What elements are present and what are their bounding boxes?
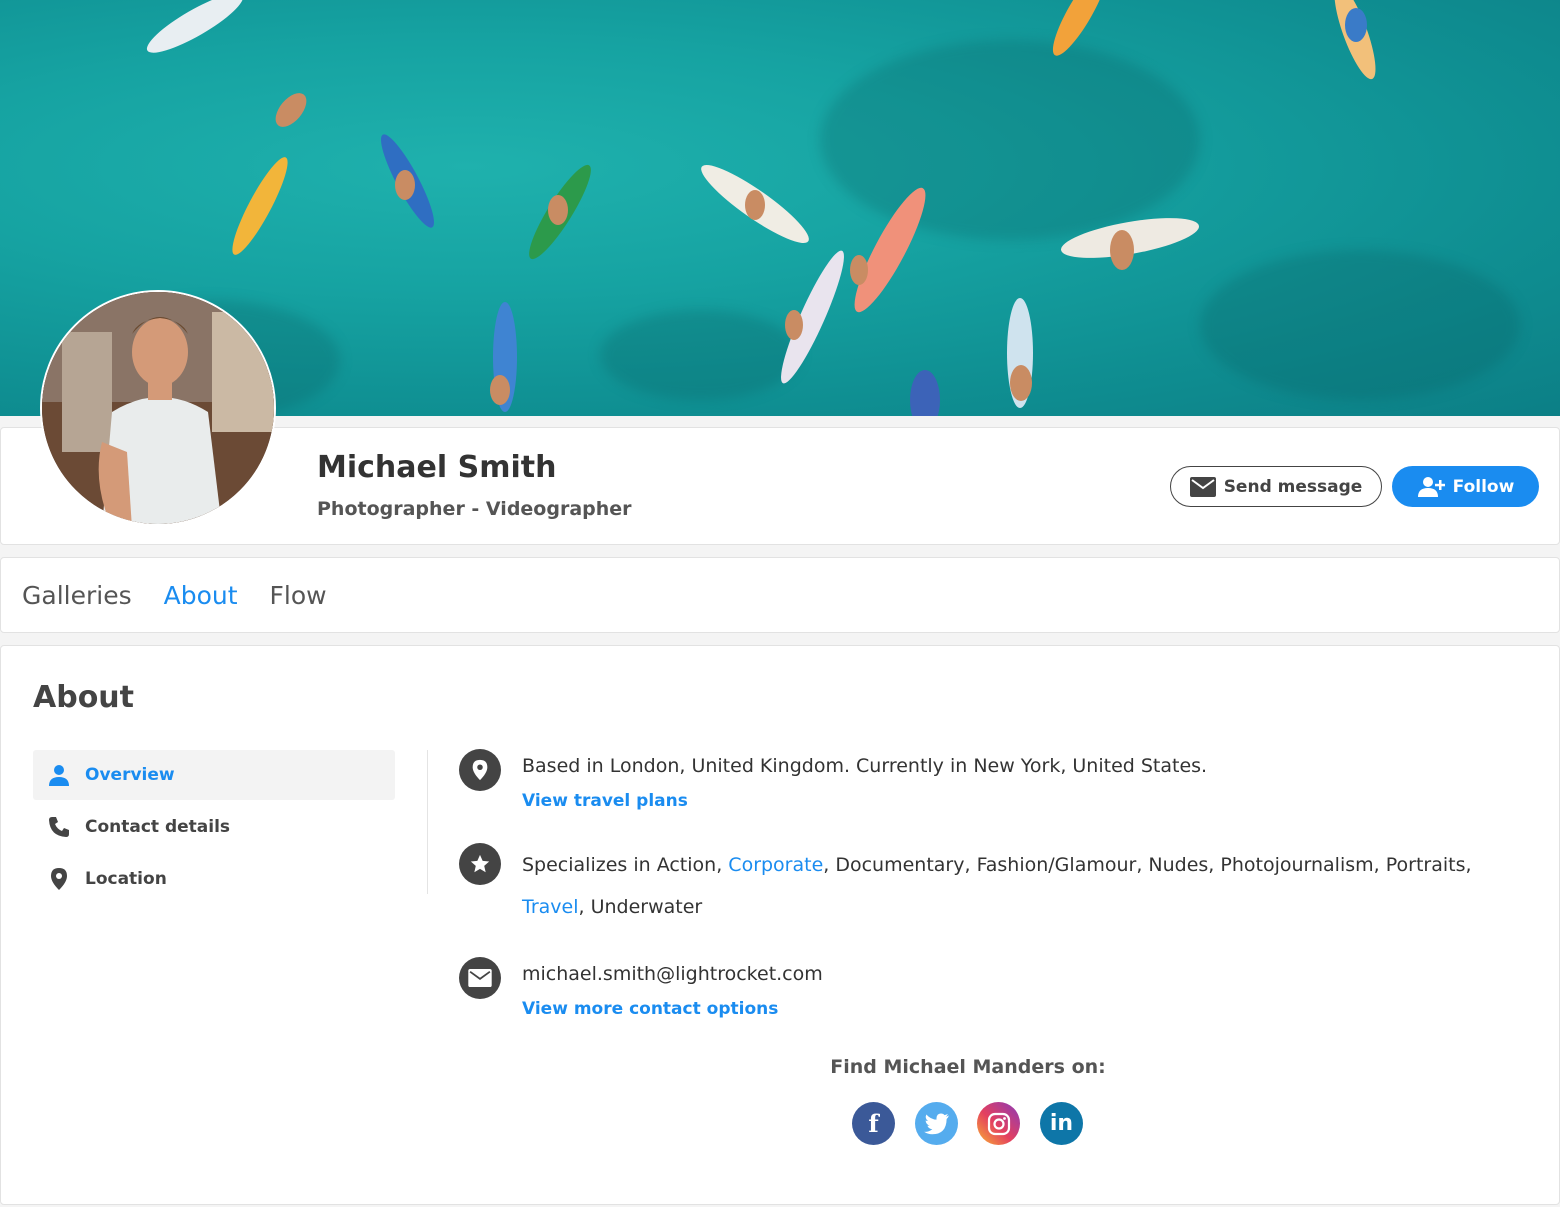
- add-person-icon: [1417, 476, 1445, 497]
- sidebar-item-label: Location: [85, 869, 167, 889]
- follow-label: Follow: [1452, 476, 1515, 497]
- tab-galleries[interactable]: Galleries: [22, 581, 132, 610]
- profile-name: Michael Smith: [317, 450, 557, 485]
- specializes-prefix: Specializes in Action,: [522, 854, 729, 876]
- send-message-label: Send message: [1223, 476, 1363, 497]
- about-title: About: [33, 680, 135, 715]
- sidebar-item-label: Contact details: [85, 817, 231, 837]
- phone-icon: [49, 817, 69, 837]
- star-circle-icon: [459, 843, 501, 885]
- sidebar-item-location[interactable]: Location: [33, 854, 395, 904]
- person-icon: [49, 765, 69, 786]
- corporate-link[interactable]: Corporate: [728, 854, 823, 876]
- facebook-icon[interactable]: f: [852, 1102, 895, 1145]
- view-travel-plans-link[interactable]: View travel plans: [522, 791, 688, 811]
- location-circle-icon: [459, 749, 501, 791]
- twitter-icon[interactable]: [915, 1102, 958, 1145]
- send-message-button[interactable]: Send message: [1170, 466, 1382, 507]
- sidebar-item-contact-details[interactable]: Contact details: [33, 802, 395, 852]
- email-text: michael.smith@lightrocket.com: [522, 963, 823, 985]
- tab-about[interactable]: About: [164, 581, 238, 610]
- avatar-photo: [42, 292, 274, 524]
- specializes-text: Specializes in Action, Corporate, Docume…: [522, 844, 1512, 928]
- specializes-end: , Underwater: [578, 896, 703, 918]
- view-more-contact-options-link[interactable]: View more contact options: [522, 999, 778, 1019]
- location-pin-icon: [51, 868, 67, 890]
- specializes-middle: , Documentary, Fashion/Glamour, Nudes, P…: [823, 854, 1472, 876]
- about-panel: About Overview Contact details Location …: [0, 645, 1560, 1205]
- mail-icon: [1189, 476, 1216, 497]
- sidebar-item-label: Overview: [85, 765, 175, 785]
- profile-role: Photographer - Videographer: [317, 498, 632, 520]
- avatar[interactable]: [40, 290, 276, 526]
- sidebar-item-overview[interactable]: Overview: [33, 750, 395, 800]
- location-text: Based in London, United Kingdom. Current…: [522, 755, 1208, 777]
- tab-flow[interactable]: Flow: [270, 581, 327, 610]
- profile-tabs: Galleries About Flow: [0, 557, 1560, 633]
- instagram-icon[interactable]: [977, 1102, 1020, 1145]
- mail-circle-icon: [459, 957, 501, 999]
- travel-link[interactable]: Travel: [522, 896, 578, 918]
- sidebar-divider: [427, 750, 428, 894]
- follow-button[interactable]: Follow: [1392, 466, 1539, 507]
- find-on-label: Find Michael Manders on:: [830, 1056, 1106, 1078]
- linkedin-icon[interactable]: in: [1040, 1102, 1083, 1145]
